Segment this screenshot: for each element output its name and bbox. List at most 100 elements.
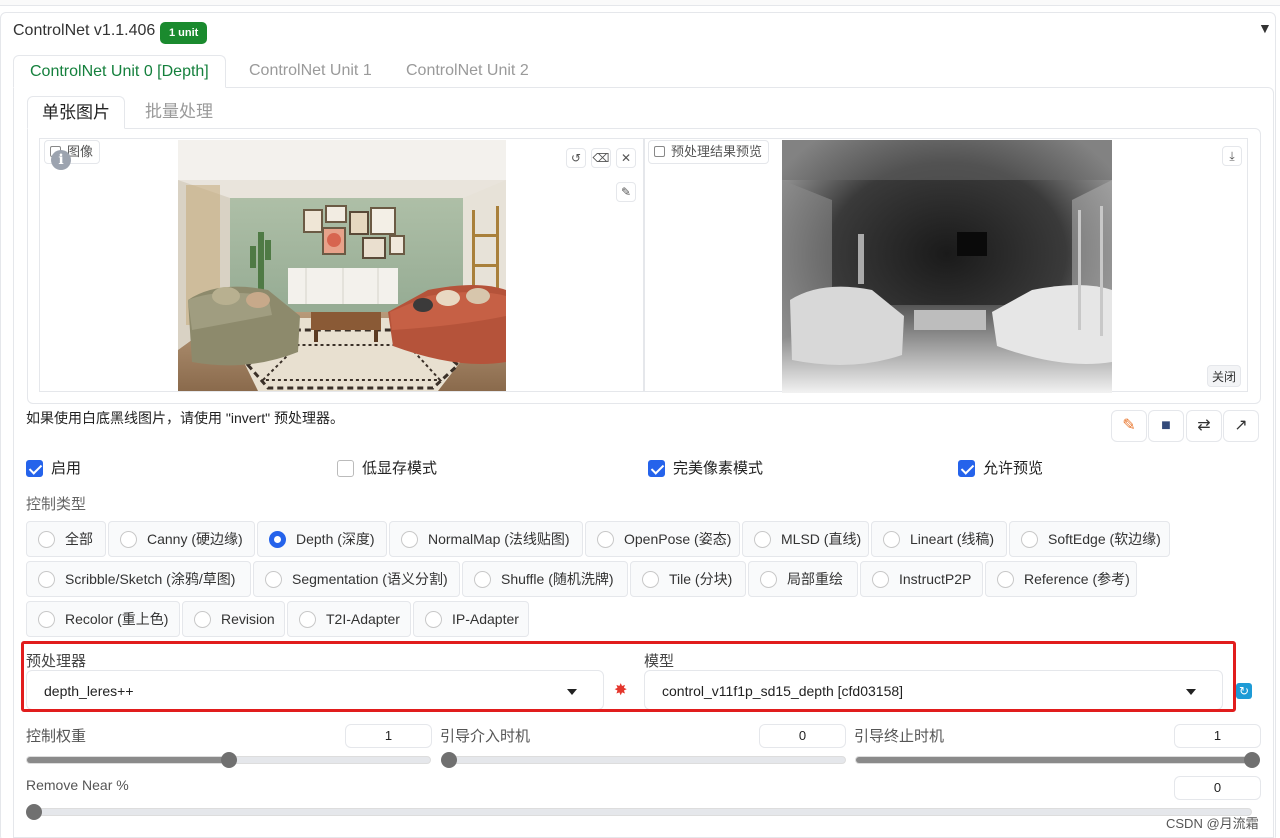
radio-dot[interactable] — [642, 571, 659, 588]
weight-slider[interactable] — [26, 752, 431, 768]
edit-canvas-icon[interactable]: ✎ — [1111, 410, 1147, 442]
radio-openpose[interactable]: OpenPose (姿态) — [585, 521, 740, 557]
radio-label: 全部 — [65, 531, 93, 547]
radio-t2i-adapter[interactable]: T2I-Adapter — [287, 601, 411, 637]
radio-dot[interactable] — [760, 571, 777, 588]
radio-depth[interactable]: Depth (深度) — [257, 521, 387, 557]
rotate-icon[interactable]: ↺ — [566, 148, 586, 168]
remove-near-label: Remove Near % — [26, 777, 129, 793]
radio-canny[interactable]: Canny (硬边缘) — [108, 521, 255, 557]
weight-label: 控制权重 — [26, 728, 87, 745]
send-dimensions-icon[interactable]: ↗ — [1223, 410, 1259, 442]
radio-dot[interactable] — [474, 571, 491, 588]
radio-revision[interactable]: Revision — [182, 601, 285, 637]
radio-dot[interactable] — [38, 571, 55, 588]
radio-dot[interactable] — [872, 571, 889, 588]
radio-label: Segmentation (语义分割) — [292, 571, 448, 587]
eraser-icon[interactable]: ⌫ — [591, 148, 611, 168]
radio-inpaint[interactable]: 局部重绘 — [748, 561, 858, 597]
radio-dot[interactable] — [265, 571, 282, 588]
download-icon[interactable]: ⤓ — [1222, 146, 1242, 166]
allow-preview-checkbox[interactable]: 允许预览 — [958, 459, 1043, 479]
preview-image-area: 预处理结果预览 ⤓ 关闭 — [644, 138, 1248, 393]
end-input[interactable]: 1 — [1174, 724, 1261, 748]
radio-label: Depth (深度) — [296, 531, 375, 547]
radio-instructp2p[interactable]: InstructP2P — [860, 561, 983, 597]
checkbox-box[interactable] — [337, 460, 354, 477]
start-input[interactable]: 0 — [759, 724, 846, 748]
tab-unit-0[interactable]: ControlNet Unit 0 [Depth] — [13, 55, 226, 88]
radio-label: Revision — [221, 611, 275, 627]
tab-single-image[interactable]: 单张图片 — [27, 96, 125, 129]
radio-softedge[interactable]: SoftEdge (软边缘) — [1009, 521, 1170, 557]
radio-dot[interactable] — [299, 611, 316, 628]
radio-label: Scribble/Sketch (涂鸦/草图) — [65, 571, 236, 587]
start-label: 引导介入时机 — [440, 728, 531, 745]
invert-hint: 如果使用白底黑线图片，请使用 "invert" 预处理器。 — [26, 410, 344, 426]
radio-dot[interactable] — [38, 531, 55, 548]
radio-reference[interactable]: Reference (参考) — [985, 561, 1137, 597]
radio-segmentation[interactable]: Segmentation (语义分割) — [253, 561, 460, 597]
radio-all[interactable]: 全部 — [26, 521, 106, 557]
radio-label: SoftEdge (软边缘) — [1048, 531, 1161, 547]
end-label: 引导终止时机 — [854, 728, 945, 745]
tab-batch[interactable]: 批量处理 — [131, 96, 227, 129]
depth-map-image — [782, 140, 1112, 393]
info-icon[interactable]: i — [51, 150, 71, 170]
slider-knob[interactable] — [1244, 752, 1260, 768]
radio-dot[interactable] — [754, 531, 771, 548]
radio-dot[interactable] — [1021, 531, 1038, 548]
radio-mlsd[interactable]: MLSD (直线) — [742, 521, 869, 557]
brush-icon[interactable]: ✎ — [616, 182, 636, 202]
checkbox-box[interactable] — [26, 460, 43, 477]
radio-recolor[interactable]: Recolor (重上色) — [26, 601, 180, 637]
refresh-models-icon[interactable]: ↻ — [1236, 683, 1252, 699]
remove-near-input[interactable]: 0 — [1174, 776, 1261, 800]
radio-label: MLSD (直线) — [781, 531, 862, 547]
checkbox-box[interactable] — [958, 460, 975, 477]
low-vram-checkbox[interactable]: 低显存模式 — [337, 459, 437, 479]
radio-dot[interactable] — [997, 571, 1014, 588]
unit-count-badge: 1 unit — [160, 22, 208, 44]
weight-input[interactable]: 1 — [345, 724, 432, 748]
radio-dot[interactable] — [120, 531, 137, 548]
tab-unit-1[interactable]: ControlNet Unit 1 — [233, 55, 388, 88]
checkbox-label: 启用 — [51, 460, 82, 477]
swap-icon[interactable]: ⇄ — [1186, 410, 1222, 442]
start-slider[interactable] — [441, 752, 846, 768]
radio-scribble[interactable]: Scribble/Sketch (涂鸦/草图) — [26, 561, 251, 597]
radio-shuffle[interactable]: Shuffle (随机洗牌) — [462, 561, 628, 597]
radio-label: IP-Adapter — [452, 611, 519, 627]
input-image-area[interactable]: 图像 i ↺ ⌫ ✕ ✎ — [39, 138, 644, 392]
enable-checkbox[interactable]: 启用 — [26, 459, 81, 479]
slider-knob[interactable] — [220, 752, 237, 768]
radio-tile[interactable]: Tile (分块) — [630, 561, 746, 597]
controlnet-title: ControlNet v1.1.406 — [13, 22, 156, 39]
radio-normalmap[interactable]: NormalMap (法线贴图) — [389, 521, 583, 557]
camera-icon[interactable]: ■ — [1148, 410, 1184, 442]
end-slider[interactable] — [855, 752, 1260, 768]
top-strip — [0, 0, 1280, 6]
remove-near-slider[interactable] — [26, 804, 1252, 820]
radio-ip-adapter[interactable]: IP-Adapter — [413, 601, 529, 637]
checkbox-label: 完美像素模式 — [673, 460, 764, 477]
slider-knob[interactable] — [26, 804, 42, 820]
radio-dot[interactable] — [597, 531, 614, 548]
close-preview-button[interactable]: 关闭 — [1207, 365, 1242, 387]
radio-dot[interactable] — [883, 531, 900, 548]
input-image-label-text: 图像 — [67, 144, 94, 159]
collapse-icon[interactable]: ▼ — [1258, 20, 1272, 36]
preview-label-text: 预处理结果预览 — [671, 144, 763, 159]
close-icon[interactable]: ✕ — [616, 148, 636, 168]
slider-knob[interactable] — [441, 752, 457, 768]
radio-lineart[interactable]: Lineart (线稿) — [871, 521, 1007, 557]
radio-dot[interactable] — [194, 611, 211, 628]
radio-label: Reference (参考) — [1024, 571, 1130, 587]
radio-dot[interactable] — [269, 531, 286, 548]
radio-dot[interactable] — [401, 531, 418, 548]
radio-dot[interactable] — [425, 611, 442, 628]
pixel-perfect-checkbox[interactable]: 完美像素模式 — [648, 459, 763, 479]
radio-dot[interactable] — [38, 611, 55, 628]
tab-unit-2[interactable]: ControlNet Unit 2 — [390, 55, 545, 88]
checkbox-box[interactable] — [648, 460, 665, 477]
